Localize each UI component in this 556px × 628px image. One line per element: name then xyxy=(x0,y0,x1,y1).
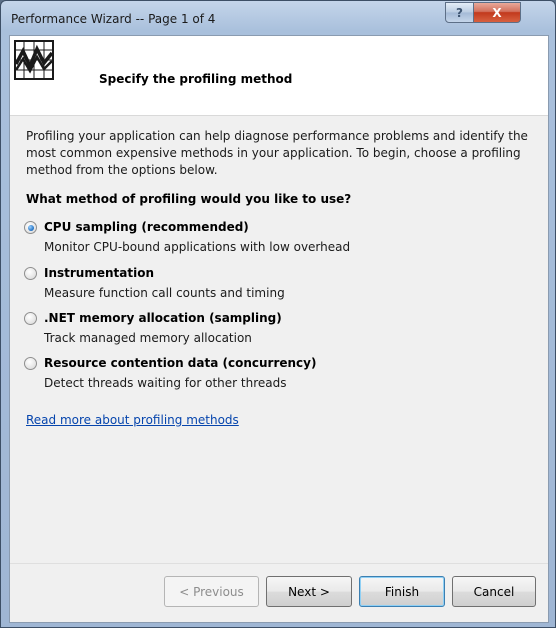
option-label: CPU sampling (recommended) xyxy=(44,220,249,234)
finish-button[interactable]: Finish xyxy=(359,576,445,607)
option-label: .NET memory allocation (sampling) xyxy=(44,311,282,325)
wizard-client-area: Specify the profiling method Profiling y… xyxy=(9,35,549,623)
radio-resource-contention[interactable] xyxy=(24,357,37,370)
intro-text: Profiling your application can help diag… xyxy=(26,129,528,177)
radio-net-memory-allocation[interactable] xyxy=(24,312,37,325)
radio-cpu-sampling[interactable] xyxy=(24,221,37,234)
wizard-header: Specify the profiling method xyxy=(10,36,548,116)
read-more-link[interactable]: Read more about profiling methods xyxy=(26,413,239,427)
window-title: Performance Wizard -- Page 1 of 4 xyxy=(11,12,216,26)
performance-chart-icon xyxy=(14,40,54,80)
option-description: Measure function call counts and timing xyxy=(44,286,285,300)
option-label: Instrumentation xyxy=(44,266,155,280)
radio-instrumentation[interactable] xyxy=(24,267,37,280)
wizard-footer: < Previous Next > Finish Cancel xyxy=(10,563,548,622)
option-label: Resource contention data (concurrency) xyxy=(44,356,317,370)
title-bar[interactable]: Performance Wizard -- Page 1 of 4 ? X xyxy=(1,1,555,37)
help-button[interactable]: ? xyxy=(445,2,474,23)
close-button[interactable]: X xyxy=(473,2,521,23)
next-button[interactable]: Next > xyxy=(266,576,352,607)
wizard-window: Performance Wizard -- Page 1 of 4 ? X Sp… xyxy=(0,0,556,628)
cancel-button[interactable]: Cancel xyxy=(452,576,536,607)
option-description: Monitor CPU-bound applications with low … xyxy=(44,240,351,254)
option-description: Track managed memory allocation xyxy=(44,331,252,345)
profiling-question: What method of profiling would you like … xyxy=(26,192,352,206)
wizard-body: Profiling your application can help diag… xyxy=(10,116,548,564)
previous-button[interactable]: < Previous xyxy=(164,576,259,607)
option-description: Detect threads waiting for other threads xyxy=(44,376,287,390)
page-title: Specify the profiling method xyxy=(99,72,293,86)
